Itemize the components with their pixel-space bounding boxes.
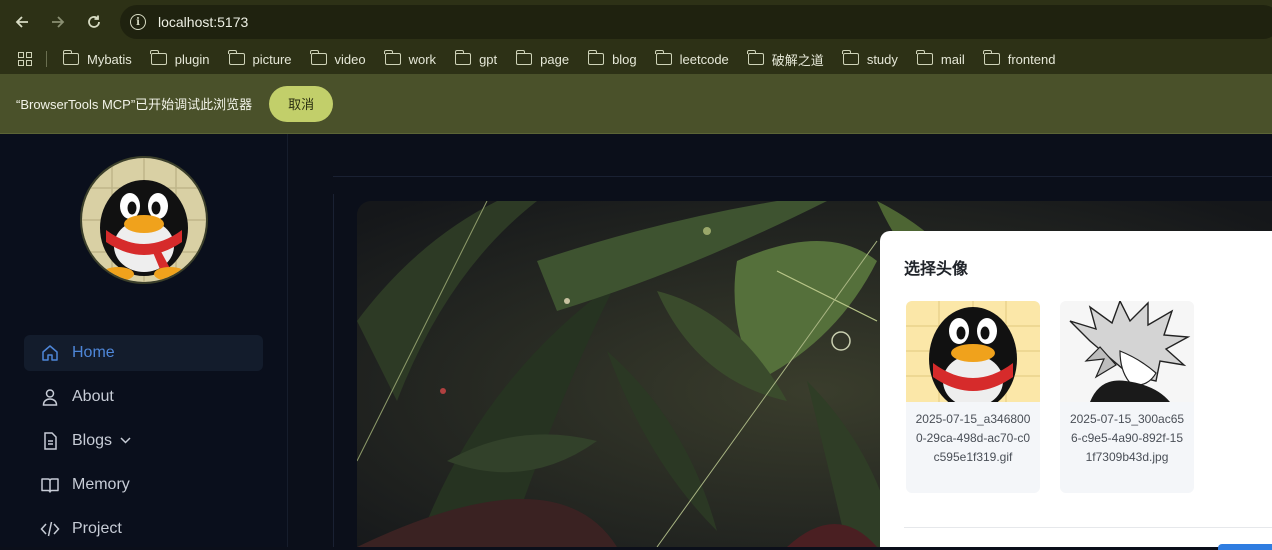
document-icon: [40, 431, 60, 451]
folder-icon: [842, 50, 859, 65]
book-icon: [40, 475, 60, 495]
reload-icon: [88, 15, 100, 28]
folder-icon: [983, 50, 1000, 65]
sidebar: Home About Blogs Memory Project: [0, 134, 288, 547]
nav-item-home[interactable]: Home: [24, 335, 263, 371]
nav-item-blogs[interactable]: Blogs: [24, 423, 263, 459]
penguin-thumbnail-image: [906, 301, 1040, 402]
reload-button[interactable]: [76, 0, 112, 44]
penguin-avatar-image: [82, 158, 206, 282]
nav-label-project: Project: [72, 520, 122, 537]
bookmark-blog[interactable]: blog: [587, 50, 637, 67]
url-text: localhost:5173: [158, 14, 249, 30]
infobar-message: “BrowserTools MCP”已开始调试此浏览器: [16, 97, 253, 112]
avatar-filename: 2025-07-15_a3468000-29ca-498d-ac70-c0c59…: [915, 412, 1031, 464]
nav-item-memory[interactable]: Memory: [24, 467, 263, 503]
site-info-icon[interactable]: i: [130, 14, 146, 30]
forward-button[interactable]: [40, 0, 76, 44]
folder-icon: [916, 50, 933, 65]
home-icon: [40, 343, 60, 363]
anime-thumbnail-image: [1060, 301, 1194, 402]
nav-item-about[interactable]: About: [24, 379, 263, 415]
modal-title: 选择头像: [904, 261, 969, 278]
bookmark-page[interactable]: page: [515, 50, 569, 67]
header-divider: [333, 176, 1272, 177]
bookmark-gpt[interactable]: gpt: [454, 50, 497, 67]
avatar-filename: 2025-07-15_300ac656-c9e5-4a90-892f-151f7…: [1069, 412, 1185, 464]
debug-infobar: “BrowserTools MCP”已开始调试此浏览器 取消: [0, 74, 1272, 134]
folder-icon: [454, 50, 472, 65]
bookmark-plugin[interactable]: plugin: [150, 50, 210, 67]
bookmark-picture[interactable]: picture: [228, 50, 292, 67]
nav-label-memory: Memory: [72, 476, 130, 493]
bookmark-frontend[interactable]: frontend: [983, 50, 1055, 67]
bookmark-mail[interactable]: mail: [916, 50, 965, 67]
bookmark-pojie[interactable]: 破解之道: [747, 50, 824, 69]
code-icon: [40, 519, 60, 539]
avatar[interactable]: [80, 156, 208, 284]
folder-icon: [150, 50, 167, 65]
modal-footer-divider: [904, 527, 1272, 528]
avatar-option-qq-penguin[interactable]: 2025-07-15_a3468000-29ca-498d-ac70-c0c59…: [906, 301, 1040, 493]
chevron-down-icon: [120, 435, 131, 447]
avatar-picker-modal: 选择头像 2025-07-15_a3468000-29ca-498d-ac70-…: [880, 231, 1272, 550]
folder-icon: [310, 50, 327, 65]
browser-toolbar: i localhost:5173: [0, 0, 1272, 44]
content-border: [333, 194, 334, 547]
confirm-button[interactable]: [1218, 544, 1272, 550]
folder-icon: [655, 50, 672, 65]
folder-icon: [515, 50, 533, 65]
nav-item-project[interactable]: Project: [24, 511, 263, 547]
bookmark-leetcode[interactable]: leetcode: [655, 50, 729, 67]
nav-label-about: About: [72, 388, 114, 405]
folder-icon: [384, 50, 401, 65]
user-icon: [40, 387, 60, 407]
folder-icon: [747, 50, 764, 65]
address-bar[interactable]: i localhost:5173: [120, 5, 1272, 39]
back-button[interactable]: [4, 0, 40, 44]
nav-label-home: Home: [72, 344, 115, 361]
bookmark-mybatis[interactable]: Mybatis: [62, 50, 132, 67]
apps-grid-icon[interactable]: [18, 52, 32, 66]
nav-label-blogs: Blogs: [72, 432, 113, 449]
cancel-debug-button[interactable]: 取消: [269, 85, 334, 122]
avatar-thumbnail: [906, 301, 1040, 402]
arrow-right-icon: [52, 16, 65, 28]
folder-icon: [228, 50, 245, 65]
bookmarks-divider: [46, 51, 47, 67]
folder-icon: [587, 50, 605, 65]
bookmarks-bar: Mybatis plugin picture video work gpt pa…: [0, 44, 1272, 74]
bookmark-work[interactable]: work: [384, 50, 436, 67]
avatar-thumbnail: [1060, 301, 1194, 402]
bookmark-video[interactable]: video: [310, 50, 366, 67]
folder-icon: [62, 50, 79, 65]
bookmark-study[interactable]: study: [842, 50, 898, 67]
avatar-option-anime[interactable]: 2025-07-15_300ac656-c9e5-4a90-892f-151f7…: [1060, 301, 1194, 493]
arrow-left-icon: [15, 16, 28, 28]
